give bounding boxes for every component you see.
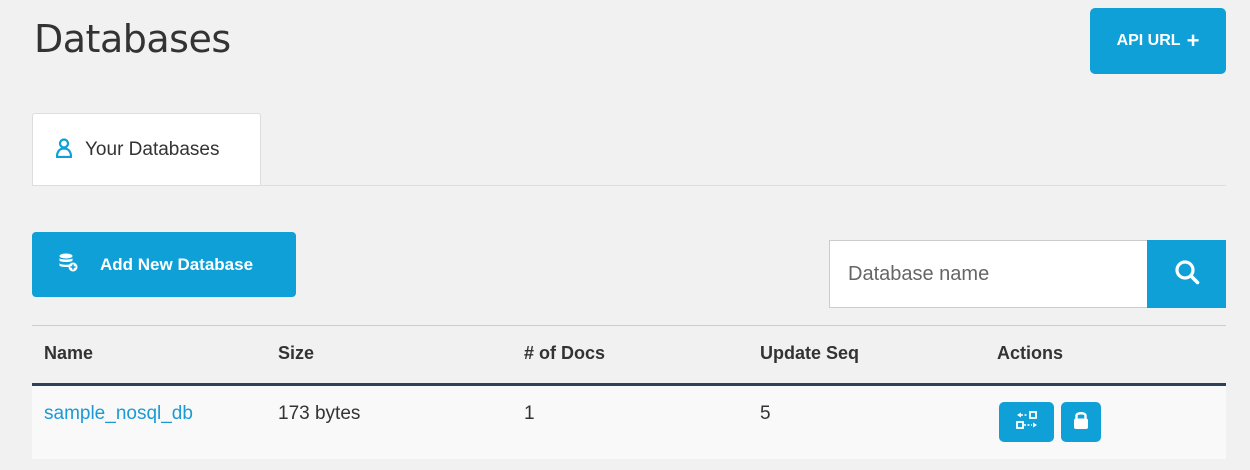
column-header-actions: Actions [997, 343, 1064, 363]
database-update-seq: 5 [760, 403, 771, 424]
plus-icon: + [1186, 28, 1200, 53]
tab-divider [32, 185, 1226, 186]
column-header-update-seq: Update Seq [760, 343, 860, 363]
databases-page: Databases API URL + Your Databases Add N… [0, 0, 1250, 470]
search-button[interactable] [1147, 240, 1226, 308]
add-new-database-button[interactable]: Add New Database [32, 232, 296, 297]
add-new-database-label: Add New Database [100, 254, 254, 274]
api-url-label: API URL [1116, 32, 1181, 49]
table-top-divider [32, 325, 1226, 326]
table-row: sample_nosql_db 173 bytes 1 5 [32, 386, 1226, 459]
tab-your-databases[interactable]: Your Databases [32, 113, 261, 186]
column-header-size: Size [278, 343, 315, 363]
lock-icon [1072, 409, 1090, 436]
database-name-link[interactable]: sample_nosql_db [44, 403, 193, 425]
database-size: 173 bytes [278, 403, 361, 424]
security-button[interactable] [1061, 402, 1101, 442]
database-name-search-input[interactable] [829, 240, 1147, 308]
search-icon [1174, 259, 1200, 290]
tab-label: Your Databases [85, 139, 220, 160]
user-icon [55, 137, 73, 163]
replicate-button[interactable] [999, 402, 1054, 442]
replicate-icon [1014, 410, 1040, 435]
column-header-docs: # of Docs [524, 343, 606, 363]
page-title: Databases [34, 17, 231, 61]
databases-table: Name Size # of Docs Update Seq Actions s… [32, 325, 1226, 459]
database-add-icon [58, 252, 78, 277]
column-header-name: Name [44, 343, 94, 363]
api-url-button[interactable]: API URL + [1090, 8, 1226, 74]
database-doc-count: 1 [524, 403, 535, 424]
